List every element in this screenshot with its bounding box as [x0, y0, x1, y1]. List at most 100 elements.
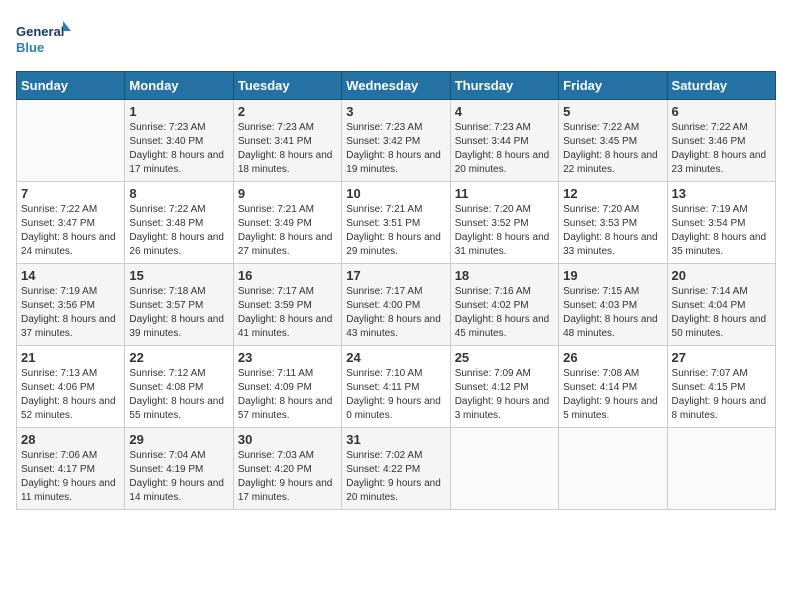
- day-number: 16: [238, 268, 337, 283]
- day-number: 25: [455, 350, 554, 365]
- calendar-body: 1 Sunrise: 7:23 AMSunset: 3:40 PMDayligh…: [17, 100, 776, 510]
- day-detail: Sunrise: 7:23 AMSunset: 3:40 PMDaylight:…: [129, 122, 224, 175]
- day-number: 6: [672, 104, 771, 119]
- day-detail: Sunrise: 7:22 AMSunset: 3:45 PMDaylight:…: [563, 122, 658, 175]
- day-detail: Sunrise: 7:12 AMSunset: 4:08 PMDaylight:…: [129, 368, 224, 421]
- day-detail: Sunrise: 7:21 AMSunset: 3:51 PMDaylight:…: [346, 204, 441, 257]
- day-number: 24: [346, 350, 445, 365]
- day-number: 8: [129, 186, 228, 201]
- calendar-cell: 4 Sunrise: 7:23 AMSunset: 3:44 PMDayligh…: [450, 100, 558, 182]
- page-header: General Blue: [16, 16, 776, 61]
- day-number: 17: [346, 268, 445, 283]
- day-number: 2: [238, 104, 337, 119]
- day-detail: Sunrise: 7:22 AMSunset: 3:47 PMDaylight:…: [21, 204, 116, 257]
- day-detail: Sunrise: 7:07 AMSunset: 4:15 PMDaylight:…: [672, 368, 767, 421]
- day-detail: Sunrise: 7:14 AMSunset: 4:04 PMDaylight:…: [672, 286, 767, 339]
- calendar-cell: 1 Sunrise: 7:23 AMSunset: 3:40 PMDayligh…: [125, 100, 233, 182]
- weekday-header-wednesday: Wednesday: [342, 72, 450, 100]
- calendar-cell: 12 Sunrise: 7:20 AMSunset: 3:53 PMDaylig…: [559, 182, 667, 264]
- day-number: 14: [21, 268, 120, 283]
- calendar-cell: 19 Sunrise: 7:15 AMSunset: 4:03 PMDaylig…: [559, 264, 667, 346]
- day-detail: Sunrise: 7:23 AMSunset: 3:41 PMDaylight:…: [238, 122, 333, 175]
- calendar-cell: 29 Sunrise: 7:04 AMSunset: 4:19 PMDaylig…: [125, 428, 233, 510]
- calendar-week-4: 28 Sunrise: 7:06 AMSunset: 4:17 PMDaylig…: [17, 428, 776, 510]
- day-detail: Sunrise: 7:19 AMSunset: 3:56 PMDaylight:…: [21, 286, 116, 339]
- day-number: 7: [21, 186, 120, 201]
- calendar-cell: 25 Sunrise: 7:09 AMSunset: 4:12 PMDaylig…: [450, 346, 558, 428]
- logo: General Blue: [16, 16, 71, 61]
- day-number: 23: [238, 350, 337, 365]
- calendar-cell: 21 Sunrise: 7:13 AMSunset: 4:06 PMDaylig…: [17, 346, 125, 428]
- day-detail: Sunrise: 7:21 AMSunset: 3:49 PMDaylight:…: [238, 204, 333, 257]
- calendar-cell: 31 Sunrise: 7:02 AMSunset: 4:22 PMDaylig…: [342, 428, 450, 510]
- calendar-cell: 14 Sunrise: 7:19 AMSunset: 3:56 PMDaylig…: [17, 264, 125, 346]
- day-number: 1: [129, 104, 228, 119]
- calendar-header: SundayMondayTuesdayWednesdayThursdayFrid…: [17, 72, 776, 100]
- weekday-header-friday: Friday: [559, 72, 667, 100]
- day-detail: Sunrise: 7:22 AMSunset: 3:48 PMDaylight:…: [129, 204, 224, 257]
- weekday-header-tuesday: Tuesday: [233, 72, 341, 100]
- day-number: 5: [563, 104, 662, 119]
- day-detail: Sunrise: 7:17 AMSunset: 4:00 PMDaylight:…: [346, 286, 441, 339]
- day-number: 28: [21, 432, 120, 447]
- day-number: 3: [346, 104, 445, 119]
- calendar-cell: [559, 428, 667, 510]
- day-detail: Sunrise: 7:15 AMSunset: 4:03 PMDaylight:…: [563, 286, 658, 339]
- svg-text:Blue: Blue: [16, 40, 44, 55]
- svg-text:General: General: [16, 24, 64, 39]
- day-number: 29: [129, 432, 228, 447]
- day-detail: Sunrise: 7:02 AMSunset: 4:22 PMDaylight:…: [346, 450, 441, 503]
- calendar-cell: 26 Sunrise: 7:08 AMSunset: 4:14 PMDaylig…: [559, 346, 667, 428]
- day-number: 9: [238, 186, 337, 201]
- weekday-header-sunday: Sunday: [17, 72, 125, 100]
- calendar-cell: 8 Sunrise: 7:22 AMSunset: 3:48 PMDayligh…: [125, 182, 233, 264]
- calendar-cell: 18 Sunrise: 7:16 AMSunset: 4:02 PMDaylig…: [450, 264, 558, 346]
- day-detail: Sunrise: 7:19 AMSunset: 3:54 PMDaylight:…: [672, 204, 767, 257]
- day-detail: Sunrise: 7:20 AMSunset: 3:53 PMDaylight:…: [563, 204, 658, 257]
- day-detail: Sunrise: 7:09 AMSunset: 4:12 PMDaylight:…: [455, 368, 550, 421]
- calendar-cell: 17 Sunrise: 7:17 AMSunset: 4:00 PMDaylig…: [342, 264, 450, 346]
- day-detail: Sunrise: 7:06 AMSunset: 4:17 PMDaylight:…: [21, 450, 116, 503]
- calendar-cell: 23 Sunrise: 7:11 AMSunset: 4:09 PMDaylig…: [233, 346, 341, 428]
- day-number: 21: [21, 350, 120, 365]
- day-detail: Sunrise: 7:04 AMSunset: 4:19 PMDaylight:…: [129, 450, 224, 503]
- weekday-header-thursday: Thursday: [450, 72, 558, 100]
- calendar-cell: 16 Sunrise: 7:17 AMSunset: 3:59 PMDaylig…: [233, 264, 341, 346]
- day-number: 13: [672, 186, 771, 201]
- day-number: 15: [129, 268, 228, 283]
- day-detail: Sunrise: 7:13 AMSunset: 4:06 PMDaylight:…: [21, 368, 116, 421]
- day-detail: Sunrise: 7:22 AMSunset: 3:46 PMDaylight:…: [672, 122, 767, 175]
- calendar-cell: [450, 428, 558, 510]
- calendar-cell: 9 Sunrise: 7:21 AMSunset: 3:49 PMDayligh…: [233, 182, 341, 264]
- day-number: 4: [455, 104, 554, 119]
- day-detail: Sunrise: 7:20 AMSunset: 3:52 PMDaylight:…: [455, 204, 550, 257]
- day-number: 26: [563, 350, 662, 365]
- calendar-table: SundayMondayTuesdayWednesdayThursdayFrid…: [16, 71, 776, 510]
- weekday-header-row: SundayMondayTuesdayWednesdayThursdayFrid…: [17, 72, 776, 100]
- day-number: 27: [672, 350, 771, 365]
- calendar-cell: 30 Sunrise: 7:03 AMSunset: 4:20 PMDaylig…: [233, 428, 341, 510]
- day-number: 20: [672, 268, 771, 283]
- day-detail: Sunrise: 7:23 AMSunset: 3:44 PMDaylight:…: [455, 122, 550, 175]
- day-number: 11: [455, 186, 554, 201]
- day-detail: Sunrise: 7:18 AMSunset: 3:57 PMDaylight:…: [129, 286, 224, 339]
- calendar-cell: 5 Sunrise: 7:22 AMSunset: 3:45 PMDayligh…: [559, 100, 667, 182]
- calendar-cell: 24 Sunrise: 7:10 AMSunset: 4:11 PMDaylig…: [342, 346, 450, 428]
- calendar-week-0: 1 Sunrise: 7:23 AMSunset: 3:40 PMDayligh…: [17, 100, 776, 182]
- calendar-cell: 20 Sunrise: 7:14 AMSunset: 4:04 PMDaylig…: [667, 264, 775, 346]
- day-detail: Sunrise: 7:11 AMSunset: 4:09 PMDaylight:…: [238, 368, 333, 421]
- calendar-cell: 3 Sunrise: 7:23 AMSunset: 3:42 PMDayligh…: [342, 100, 450, 182]
- calendar-cell: [17, 100, 125, 182]
- logo-svg: General Blue: [16, 16, 71, 61]
- day-number: 31: [346, 432, 445, 447]
- day-detail: Sunrise: 7:23 AMSunset: 3:42 PMDaylight:…: [346, 122, 441, 175]
- day-number: 22: [129, 350, 228, 365]
- day-number: 10: [346, 186, 445, 201]
- day-detail: Sunrise: 7:17 AMSunset: 3:59 PMDaylight:…: [238, 286, 333, 339]
- day-detail: Sunrise: 7:16 AMSunset: 4:02 PMDaylight:…: [455, 286, 550, 339]
- calendar-cell: 11 Sunrise: 7:20 AMSunset: 3:52 PMDaylig…: [450, 182, 558, 264]
- calendar-cell: 13 Sunrise: 7:19 AMSunset: 3:54 PMDaylig…: [667, 182, 775, 264]
- calendar-cell: 2 Sunrise: 7:23 AMSunset: 3:41 PMDayligh…: [233, 100, 341, 182]
- calendar-cell: 15 Sunrise: 7:18 AMSunset: 3:57 PMDaylig…: [125, 264, 233, 346]
- weekday-header-saturday: Saturday: [667, 72, 775, 100]
